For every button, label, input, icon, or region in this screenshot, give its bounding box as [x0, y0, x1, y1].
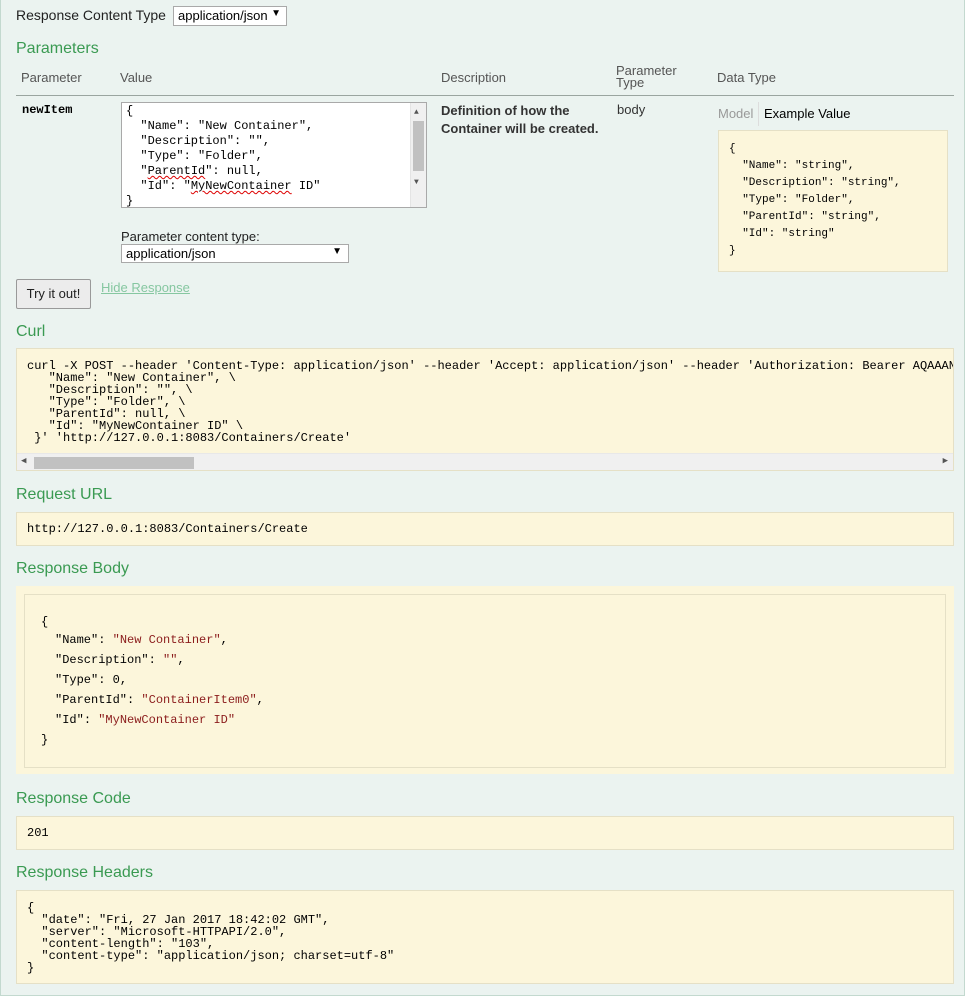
json-comma: ,: [220, 633, 228, 647]
json-entry: "Type": 0,: [55, 673, 128, 687]
json-key: "Description": [55, 653, 149, 667]
header-divider: [16, 95, 954, 96]
param-description-line1: Definition of how the: [441, 103, 570, 118]
request-url-value[interactable]: http://127.0.0.1:8083/Containers/Create: [16, 512, 954, 546]
json-entry: "Description": "",: [55, 653, 185, 667]
json-value: "ContainerItem0": [141, 693, 257, 707]
response-body-title: Response Body: [16, 560, 129, 577]
col-header-parameter: Parameter: [21, 70, 82, 85]
param-content-type-value: application/json: [126, 246, 216, 261]
response-headers-value: { "date": "Fri, 27 Jan 2017 18:42:02 GMT…: [27, 901, 395, 975]
json-comma: ,: [256, 693, 264, 707]
json-value: 0: [112, 673, 120, 687]
json-entry: "Name": "New Container",: [55, 633, 228, 647]
operation-panel: Response Content Type application/json ▼…: [0, 0, 965, 996]
response-content-type-select[interactable]: application/json ▼: [173, 6, 287, 26]
param-type-value: body: [617, 102, 646, 117]
param-value-line: "Id": "MyNewContainer ID": [126, 179, 321, 193]
json-value: "": [163, 653, 178, 667]
spellcheck-word: ParentId: [147, 164, 206, 178]
json-close-brace: }: [41, 733, 49, 747]
param-description: Definition of how the Container will be …: [441, 102, 599, 138]
curl-title: Curl: [16, 323, 46, 340]
response-content-type-value: application/json: [178, 8, 268, 23]
json-open-brace: {: [41, 615, 49, 629]
tab-example-value[interactable]: Example Value: [764, 106, 850, 121]
response-content-type-label: Response Content Type: [16, 7, 166, 23]
param-value-line: }: [126, 194, 134, 208]
param-content-type-label: Parameter content type:: [121, 229, 260, 244]
param-value-textarea[interactable]: { "Name": "New Container", "Description"…: [121, 102, 427, 208]
param-value-line: "Type": "Folder",: [126, 149, 263, 163]
json-value: "New Container": [112, 633, 221, 647]
col-header-data-type: Data Type: [717, 70, 777, 85]
json-key: "Name": [55, 633, 99, 647]
response-headers-title: Response Headers: [16, 864, 153, 881]
col-header-parameter-type: Parameter Type: [616, 64, 677, 90]
json-value: "MyNewContainer ID": [98, 713, 236, 727]
param-content-type-select[interactable]: application/json ▼: [121, 244, 349, 263]
scroll-right-icon[interactable]: ▶: [943, 456, 948, 466]
response-code-title: Response Code: [16, 790, 131, 807]
param-description-line2: Container will be created.: [441, 121, 599, 136]
json-comma: ,: [177, 653, 185, 667]
scroll-thumb[interactable]: [34, 457, 194, 469]
curl-box[interactable]: curl -X POST --header 'Content-Type: app…: [16, 348, 954, 471]
request-url-title: Request URL: [16, 486, 113, 503]
tab-model[interactable]: Model: [718, 106, 753, 121]
scroll-left-icon[interactable]: ◀: [21, 456, 26, 466]
spellcheck-word: MyNewContainer: [190, 179, 292, 193]
response-body-box[interactable]: { "Name": "New Container", "Description"…: [24, 594, 946, 768]
textarea-scrollbar[interactable]: ▲ ▼: [410, 103, 426, 207]
json-key: "Type": [55, 673, 99, 687]
try-it-out-button[interactable]: Try it out!: [16, 279, 91, 309]
param-name: newItem: [22, 103, 73, 117]
tab-divider: [758, 102, 759, 126]
response-headers-box[interactable]: { "date": "Fri, 27 Jan 2017 18:42:02 GMT…: [16, 890, 954, 984]
response-code-value[interactable]: 201: [16, 816, 954, 850]
scroll-down-icon[interactable]: ▼: [414, 175, 419, 190]
json-key: "Id": [55, 713, 84, 727]
scroll-up-icon[interactable]: ▲: [414, 105, 419, 120]
json-entry: "ParentId": "ContainerItem0",: [55, 693, 264, 707]
json-key: "ParentId": [55, 693, 128, 707]
col-header-value: Value: [120, 70, 153, 85]
col-header-description: Description: [441, 70, 507, 85]
curl-scrollbar[interactable]: ◀ ▶: [17, 453, 953, 470]
chevron-down-icon: ▼: [332, 246, 342, 257]
example-value-box[interactable]: { "Name": "string", "Description": "stri…: [718, 130, 948, 272]
parameters-title: Parameters: [16, 40, 99, 57]
json-entry: "Id": "MyNewContainer ID": [55, 713, 236, 727]
param-value-line: "Name": "New Container",: [126, 119, 314, 133]
curl-command: curl -X POST --header 'Content-Type: app…: [27, 359, 953, 445]
param-value-line: "Description": "",: [126, 134, 271, 148]
param-value-line: {: [126, 104, 134, 118]
col-header-parameter-type-line2: Type: [616, 75, 645, 90]
param-value-line: "ParentId": null,: [126, 164, 263, 178]
chevron-down-icon: ▼: [271, 8, 281, 19]
scroll-thumb[interactable]: [413, 121, 424, 171]
hide-response-link[interactable]: Hide Response: [101, 280, 190, 295]
json-comma: ,: [119, 673, 128, 687]
